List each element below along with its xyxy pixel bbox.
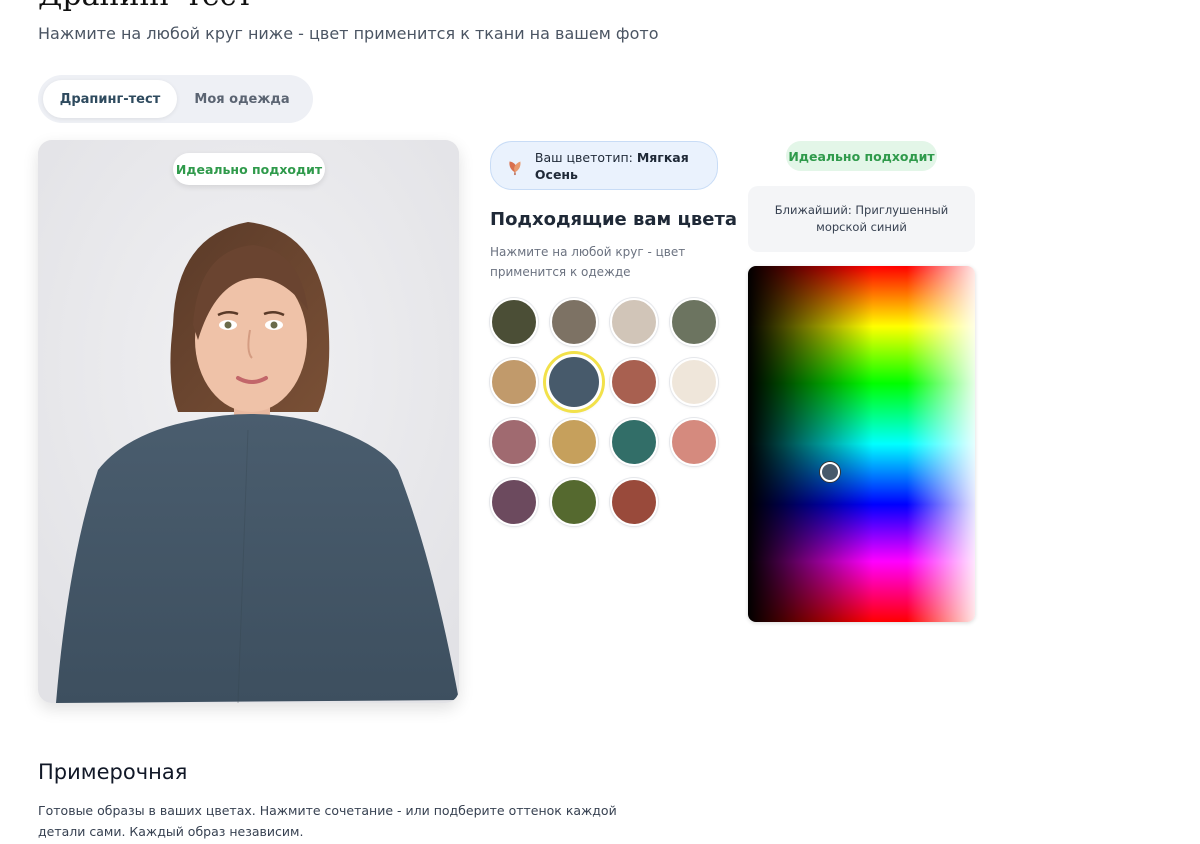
color-picker-spectrum[interactable] [748,266,975,622]
tab-my-clothes[interactable]: Моя одежда [177,80,307,118]
palette-hint: Нажмите на любой круг - цвет применится … [490,245,686,279]
color-type-text: Ваш цветотип: Мягкая Осень [535,149,717,183]
color-swatch[interactable] [670,418,718,466]
color-swatch[interactable] [550,478,598,526]
perfect-fit-badge: Идеально подходит [173,153,325,185]
color-swatch[interactable] [546,354,602,410]
page-subtitle: Нажмите на любой круг ниже - цвет примен… [38,24,659,43]
color-swatch[interactable] [610,298,658,346]
page-heading-cropped: Драпинг-тест [38,0,253,13]
color-swatch[interactable] [670,358,718,406]
color-swatch-grid [490,298,730,528]
perfect-fit-badge: Идеально подходит [786,141,937,171]
color-swatch[interactable] [490,298,538,346]
palette-title: Подходящие вам цвета [490,209,738,230]
color-swatch[interactable] [670,298,718,346]
nearest-color-box: Ближайший: Приглушенный морской синий [748,186,975,252]
color-picker-handle[interactable] [820,462,840,482]
color-swatch[interactable] [490,418,538,466]
color-swatch[interactable] [610,478,658,526]
color-type-pill: Ваш цветотип: Мягкая Осень [490,141,718,190]
leaf-icon [509,160,521,175]
color-swatch[interactable] [490,478,538,526]
tab-draping-test[interactable]: Драпинг-тест [43,80,177,118]
color-swatch[interactable] [610,358,658,406]
color-swatch[interactable] [610,418,658,466]
color-swatch[interactable] [550,298,598,346]
fitting-room-title: Примерочная [38,760,188,784]
mode-tabs: Драпинг-тест Моя одежда [38,75,313,123]
color-swatch[interactable] [550,418,598,466]
draping-photo: Идеально подходит [38,140,459,703]
portrait-illustration [38,140,459,703]
color-swatch[interactable] [490,358,538,406]
fitting-room-description: Готовые образы в ваших цветах. Нажмите с… [38,803,617,839]
color-type-prefix: Ваш цветотип: [534,149,633,165]
